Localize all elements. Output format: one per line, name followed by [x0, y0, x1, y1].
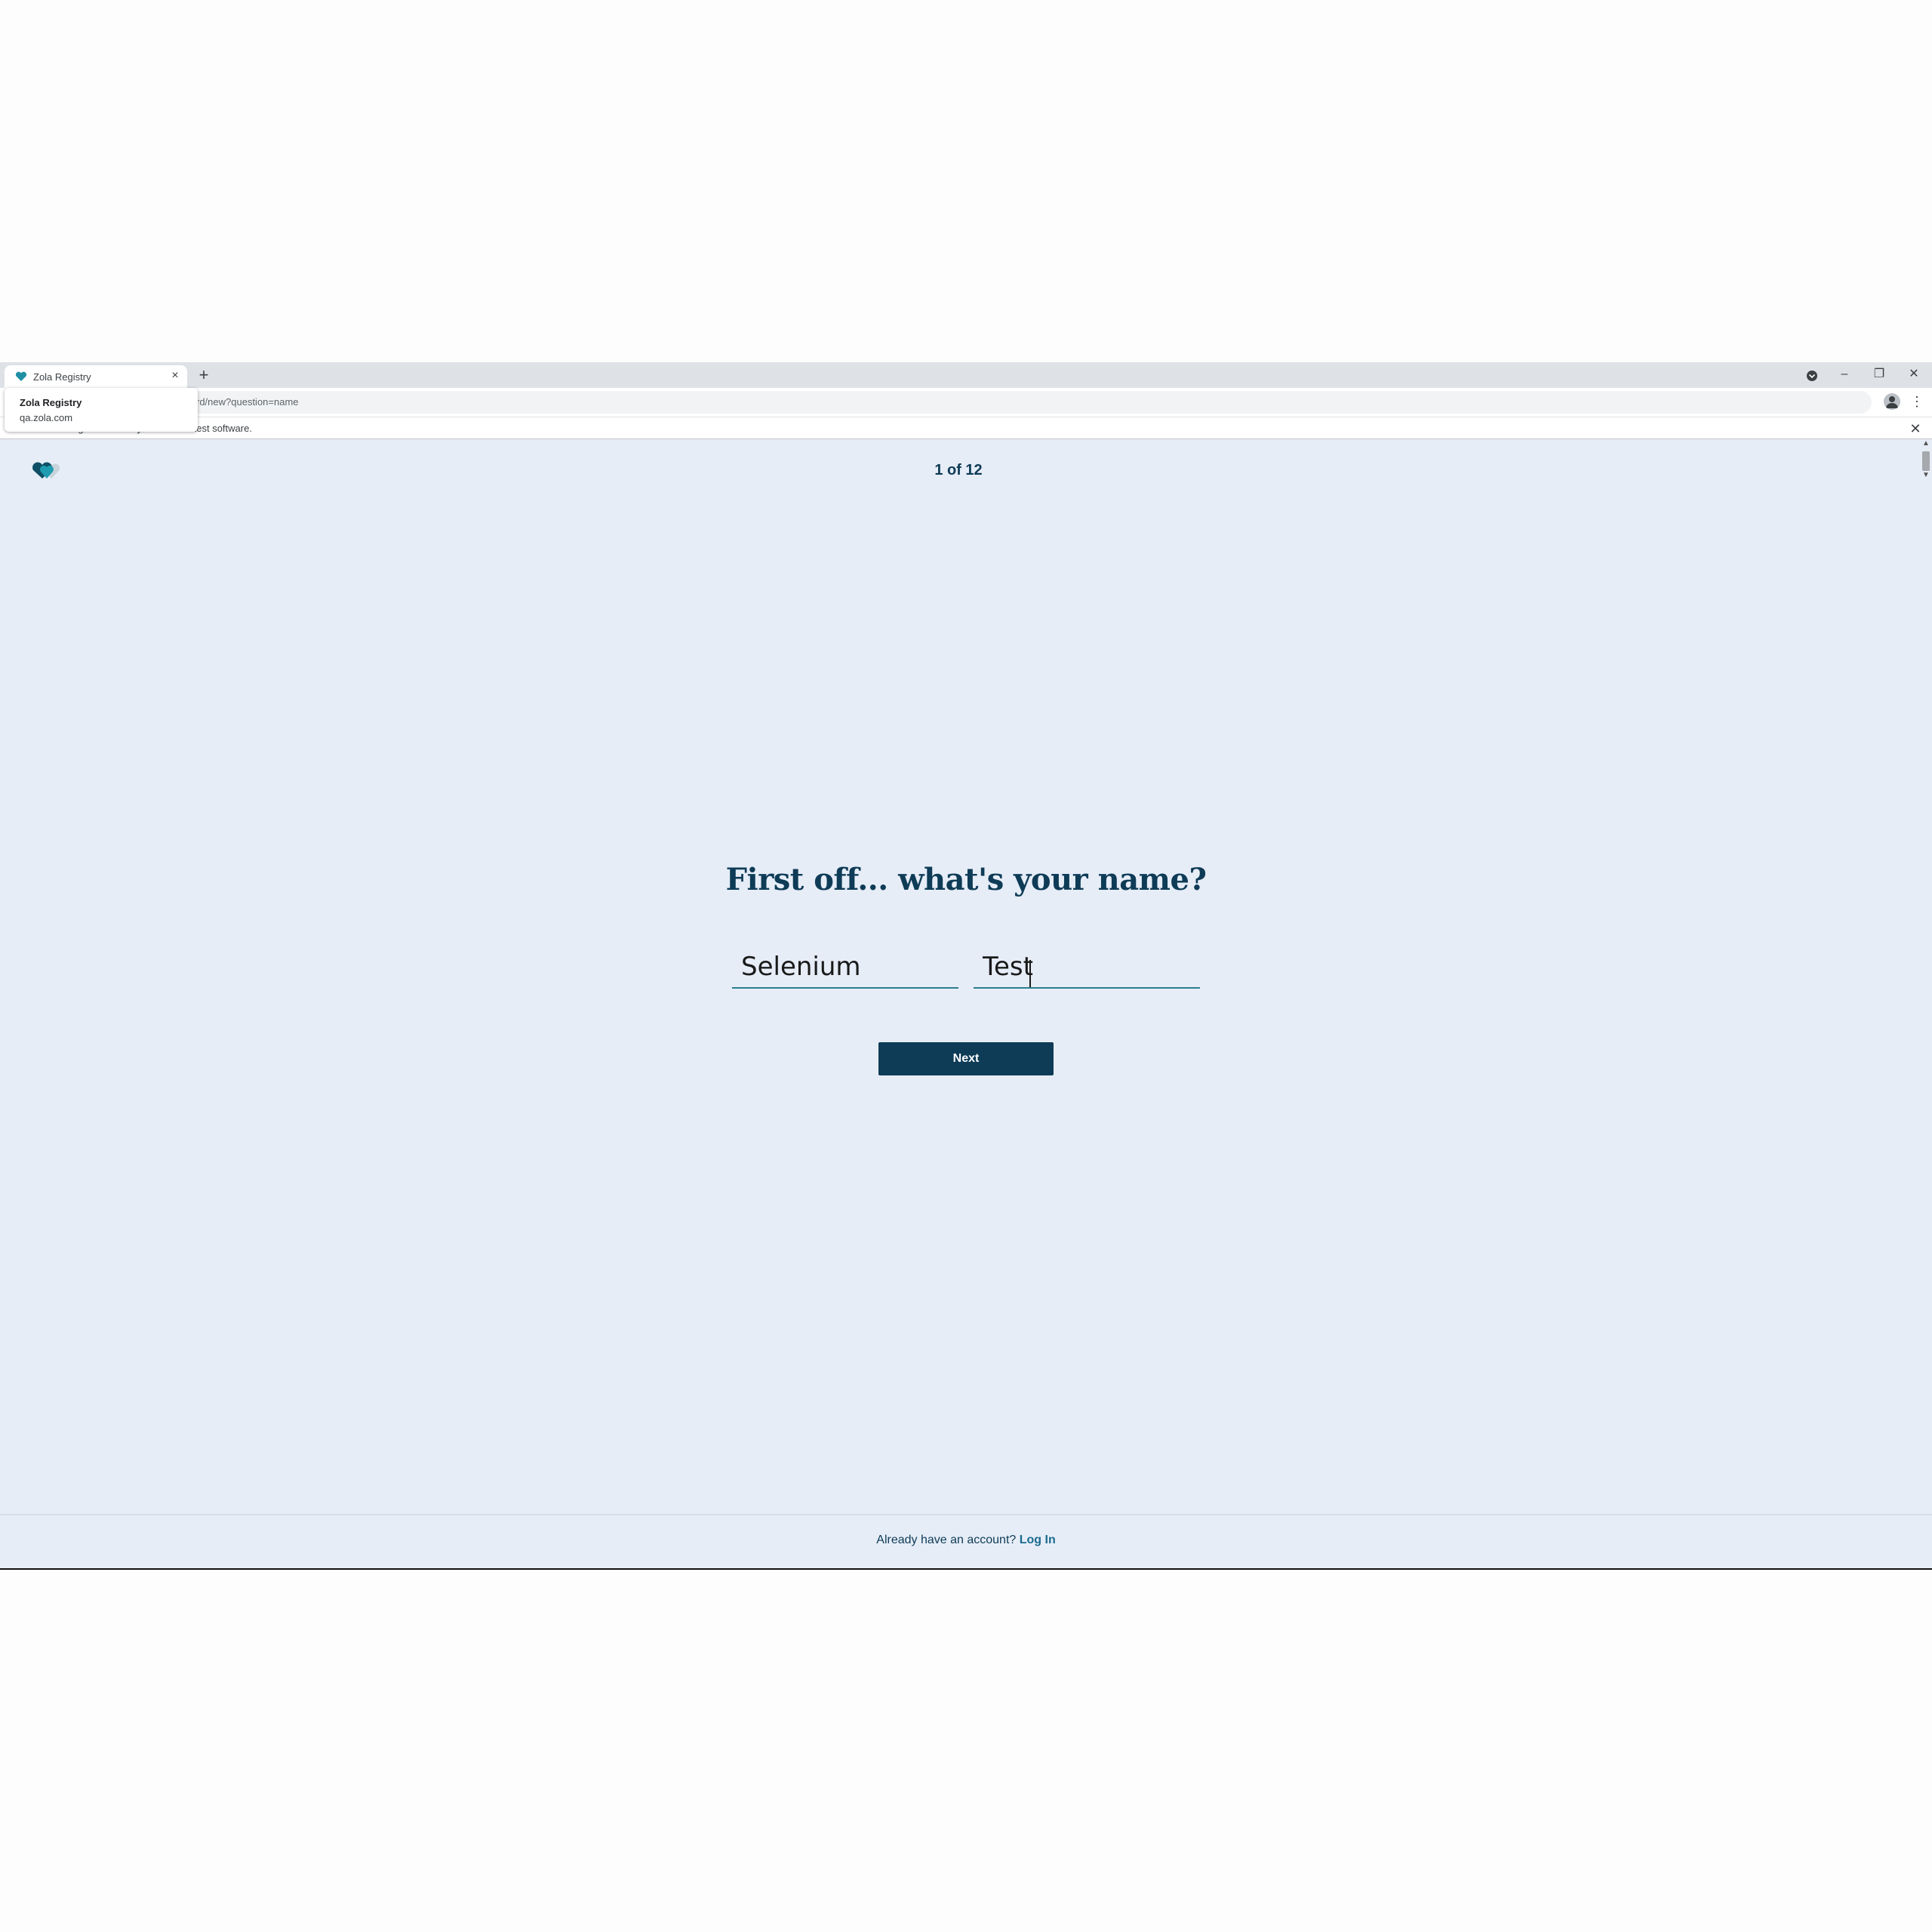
question-heading: First off... what's your name?: [725, 862, 1207, 897]
zola-heart-icon: [15, 371, 27, 381]
browser-window: Zola Registry × + – ❐ ✕ rd/new?question=…: [0, 362, 1932, 1570]
next-button[interactable]: Next: [878, 1042, 1054, 1075]
url-text: rd/new?question=name: [196, 396, 299, 408]
infobar-close-icon[interactable]: ✕: [1906, 420, 1924, 438]
browser-menu-icon[interactable]: ⋮: [1909, 392, 1924, 411]
restore-button[interactable]: ❐: [1864, 364, 1894, 385]
last-name-input[interactable]: [974, 946, 1200, 989]
automation-infobar: Chrome is being controlled by automated …: [0, 417, 1932, 439]
profile-avatar-icon[interactable]: [1884, 393, 1900, 410]
minimize-button[interactable]: –: [1829, 364, 1860, 385]
scroll-thumb[interactable]: [1922, 451, 1930, 471]
address-bar[interactable]: rd/new?question=name: [113, 391, 1872, 414]
login-link[interactable]: Log In: [1020, 1534, 1056, 1546]
browser-toolbar: rd/new?question=name ⋮: [0, 388, 1932, 417]
login-prompt-text: Already have an account?: [876, 1534, 1020, 1546]
tab-title: Zola Registry: [33, 371, 91, 383]
first-name-input[interactable]: [732, 946, 958, 989]
tab-zola-registry[interactable]: Zola Registry ×: [5, 365, 187, 388]
scroll-down-arrow-icon[interactable]: ▼: [1921, 471, 1930, 480]
page-footer: Already have an account? Log In: [0, 1514, 1932, 1570]
close-window-button[interactable]: ✕: [1899, 364, 1929, 385]
tab-strip: Zola Registry × + – ❐ ✕: [0, 362, 1932, 388]
tab-search-icon[interactable]: [1799, 368, 1825, 383]
hover-card-title: Zola Registry: [20, 397, 82, 408]
tab-close-icon[interactable]: ×: [168, 368, 183, 383]
progress-indicator: 1 of 12: [934, 462, 983, 478]
scroll-up-arrow-icon[interactable]: ▲: [1921, 439, 1930, 448]
tab-hover-card: Zola Registry qa.zola.com: [5, 388, 198, 432]
page-scrollbar[interactable]: ▲ ▼: [1920, 439, 1932, 485]
text-cursor: [1029, 960, 1031, 987]
new-tab-button[interactable]: +: [195, 367, 213, 385]
login-prompt: Already have an account? Log In: [0, 1534, 1932, 1547]
page-content: 1 of 12 ▲ ▼ First off... what's your nam…: [0, 439, 1932, 1570]
hover-card-domain: qa.zola.com: [20, 412, 73, 423]
